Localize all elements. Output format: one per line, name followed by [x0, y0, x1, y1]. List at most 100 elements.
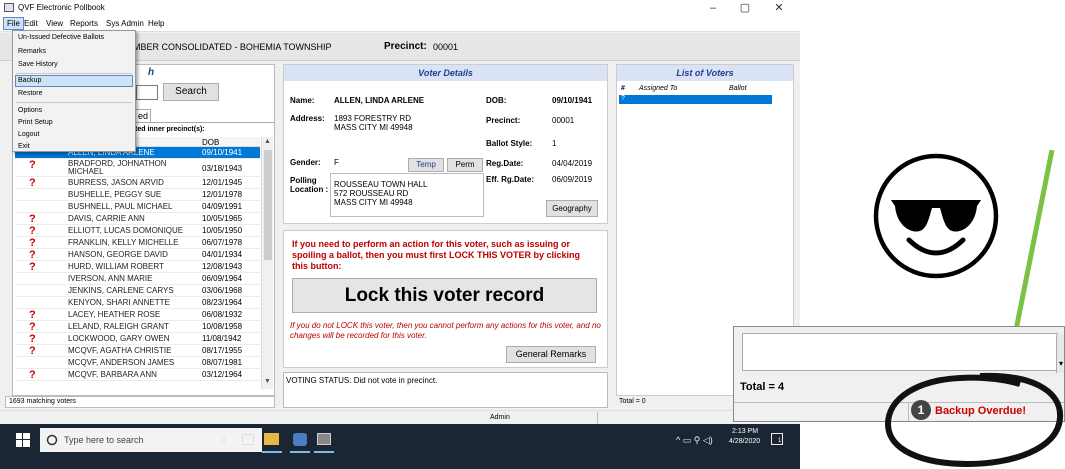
menu-separator: [16, 102, 132, 103]
table-row[interactable]: IVERSON, ANN MARIE 06/09/1964: [15, 273, 260, 285]
menu-help[interactable]: Help: [148, 19, 164, 28]
temp-button[interactable]: Temp: [408, 158, 444, 172]
menu-file[interactable]: File: [3, 17, 24, 30]
menu-item-save-history[interactable]: Save History: [18, 61, 58, 68]
flag-icon: ?: [29, 345, 36, 357]
table-row[interactable]: ? LACEY, HEATHER ROSE 06/08/1932: [15, 309, 260, 321]
list-selected-row[interactable]: ?: [619, 95, 772, 104]
vertical-scrollbar[interactable]: ▲ ▼: [261, 137, 273, 389]
table-row[interactable]: ? BURRESS, JASON ARVID 12/01/1945: [15, 177, 260, 189]
voter-row-name: DAVIS, CARRIE ANN: [68, 214, 145, 223]
table-row[interactable]: ? ELLIOTT, LUCAS DOMONIQUE 10/05/1950: [15, 225, 260, 237]
pollbook-app-icon[interactable]: [293, 433, 307, 446]
menu-item-options[interactable]: Options: [18, 107, 42, 114]
scrollbar-thumb[interactable]: [264, 150, 272, 260]
table-row[interactable]: BUSHELLE, PEGGY SUE 12/01/1978: [15, 189, 260, 201]
address-line-1: 1893 FORESTRY RD: [334, 114, 412, 123]
taskbar-search-placeholder: Type here to search: [64, 435, 144, 445]
taskbar-date[interactable]: 4/28/2020: [729, 438, 760, 445]
table-row[interactable]: ? LOCKWOOD, GARY OWEN 11/08/1942: [15, 333, 260, 345]
menu-item-backup[interactable]: Backup: [18, 77, 41, 84]
eff-reg-date-value: 06/09/2019: [552, 175, 593, 184]
general-remarks-button[interactable]: General Remarks: [506, 346, 596, 363]
table-row[interactable]: MCQVF, ANDERSON JAMES 08/07/1981: [15, 357, 260, 369]
menu-item-logout[interactable]: Logout: [18, 131, 39, 138]
window-title: QVF Electronic Pollbook: [18, 3, 105, 12]
lock-voter-record-button[interactable]: Lock this voter record: [292, 278, 597, 313]
taskbar-search-box[interactable]: Type here to search: [40, 428, 262, 452]
list-col-ballot: Ballot: [729, 85, 747, 92]
menu-item-restore[interactable]: Restore: [18, 90, 43, 97]
dob-column-header[interactable]: DOB: [202, 138, 219, 147]
inset-list-box: [742, 333, 1058, 371]
polling-location-box: ROUSSEAU TOWN HALL 572 ROUSSEAU RD MASS …: [330, 173, 484, 217]
table-row[interactable]: ? BRADFORD, JOHNATHON MICHAEL 03/18/1943: [15, 159, 260, 177]
table-row[interactable]: JENKINS, CARLENE CARYS 03/06/1968: [15, 285, 260, 297]
flag-icon: ?: [29, 177, 36, 189]
voter-row-name: LELAND, RALEIGH GRANT: [68, 322, 169, 331]
list-total: Total = 0: [619, 398, 646, 405]
scroll-down-icon[interactable]: ▼: [264, 378, 271, 385]
maximize-button[interactable]: ▢: [736, 1, 754, 15]
dob-label: DOB:: [486, 96, 507, 105]
menu-item-remarks[interactable]: Remarks: [18, 48, 46, 55]
voter-row-name: ELLIOTT, LUCAS DOMONIQUE: [68, 226, 184, 235]
table-row[interactable]: KENYON, SHARI ANNETTE 08/23/1964: [15, 297, 260, 309]
reg-date-label: Reg.Date:: [486, 159, 524, 168]
precinct-detail-value: 00001: [552, 116, 575, 125]
table-row[interactable]: ? MCQVF, BARBARA ANN 03/12/1964: [15, 369, 260, 381]
table-row[interactable]: ? HANSON, GEORGE DAVID 04/01/1934: [15, 249, 260, 261]
address-label: Address:: [290, 114, 325, 123]
table-row[interactable]: ? FRANKLIN, KELLY MICHELLE 06/07/1978: [15, 237, 260, 249]
windows-start-icon[interactable]: [16, 433, 30, 447]
scroll-up-icon[interactable]: ▲: [264, 138, 271, 145]
search-button[interactable]: Search: [163, 83, 219, 101]
voter-row-name: LACEY, HEATHER ROSE: [68, 310, 161, 319]
menu-edit[interactable]: Edit: [24, 19, 38, 28]
table-row[interactable]: ? LELAND, RALEIGH GRANT 10/08/1958: [15, 321, 260, 333]
minimize-button[interactable]: –: [704, 1, 722, 15]
task-view-icon[interactable]: [242, 434, 254, 445]
close-button[interactable]: ✕: [770, 1, 788, 15]
table-row[interactable]: ? MCQVF, AGATHA CHRISTIE 08/17/1955: [15, 345, 260, 357]
voter-name: ALLEN, LINDA ARLENE: [334, 96, 425, 105]
qvf-app-icon[interactable]: [317, 433, 331, 445]
voter-row-dob: 12/01/1978: [202, 190, 243, 199]
voter-row-name: JENKINS, CARLENE CARYS: [68, 286, 174, 295]
voter-row-dob: 06/07/1978: [202, 238, 243, 247]
voter-row-name: KENYON, SHARI ANNETTE: [68, 298, 170, 307]
notifications-icon[interactable]: 1: [771, 433, 783, 445]
voter-row-dob: 11/08/1942: [202, 334, 242, 343]
inset-scrollbar: ▾: [1056, 335, 1064, 373]
system-tray-icons[interactable]: ^ ▭ ⚲ ◁): [676, 435, 713, 446]
voter-row-dob: 04/09/1991: [202, 202, 243, 211]
menu-reports[interactable]: Reports: [70, 19, 98, 28]
polling-line-1: ROUSSEAU TOWN HALL: [334, 180, 428, 189]
flag-icon: ?: [29, 237, 36, 249]
table-row[interactable]: ? HURD, WILLIAM ROBERT 12/08/1943: [15, 261, 260, 273]
geography-button[interactable]: Geography: [546, 200, 598, 217]
flag-icon: ?: [29, 369, 36, 381]
matching-voters-status: 1693 matching voters: [5, 396, 275, 408]
menu-item-exit[interactable]: Exit: [18, 143, 30, 150]
voter-row-dob: 08/23/1964: [202, 298, 243, 307]
flag-icon: ?: [29, 333, 36, 345]
microphone-icon[interactable]: ♫: [219, 435, 227, 446]
perm-button[interactable]: Perm: [447, 158, 483, 172]
voter-row-dob: 08/07/1981: [202, 358, 243, 367]
table-row[interactable]: BUSHNELL, PAUL MICHAEL 04/09/1991: [15, 201, 260, 213]
voter-row-dob: 03/12/1964: [202, 370, 243, 379]
file-explorer-icon[interactable]: [264, 433, 279, 445]
menu-item-unissued-ballots[interactable]: Un-Issued Defective Ballots: [18, 34, 104, 41]
menu-sys-admin[interactable]: Sys Admin: [106, 19, 144, 28]
search-tab[interactable]: ed: [135, 109, 151, 123]
app-icon: [4, 3, 14, 12]
app-active-indicator: [290, 451, 310, 453]
voter-row-name: MCQVF, AGATHA CHRISTIE: [68, 346, 172, 355]
menu-item-print-setup[interactable]: Print Setup: [18, 119, 53, 126]
taskbar-time[interactable]: 2:13 PM: [732, 428, 758, 435]
table-row[interactable]: ? DAVIS, CARRIE ANN 10/05/1965: [15, 213, 260, 225]
menu-view[interactable]: View: [46, 19, 63, 28]
search-input[interactable]: [136, 85, 158, 100]
polling-label-line-1: Polling: [290, 176, 317, 185]
